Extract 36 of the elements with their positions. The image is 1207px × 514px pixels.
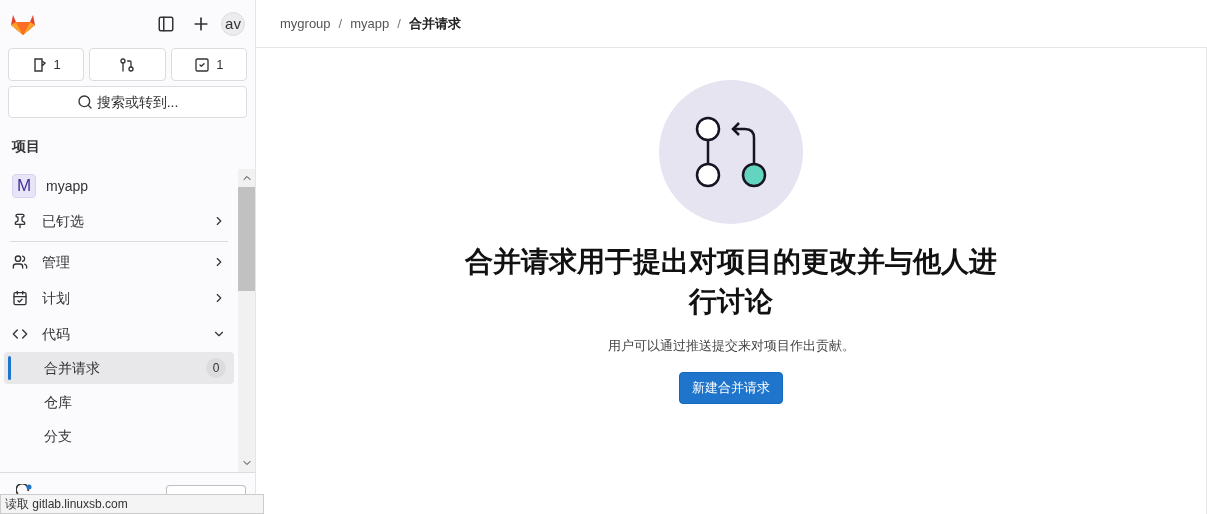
project-avatar: M: [12, 174, 36, 198]
counter-button[interactable]: 1: [170, 48, 247, 81]
empty-state-title: 合并请求用于提出对项目的更改并与他人进行讨论: [464, 245, 998, 319]
nav-section[interactable]: 管理: [4, 244, 234, 280]
user-avatar[interactable]: av: [221, 12, 245, 36]
section-heading: 项目: [10, 137, 41, 156]
sidebar-toggle-icon[interactable]: [157, 15, 175, 33]
nav-section[interactable]: 代码: [4, 316, 234, 352]
scrollbar[interactable]: [238, 169, 255, 472]
counter-button[interactable]: 1: [8, 48, 85, 81]
todo-icon: [194, 56, 211, 73]
users-icon: [12, 254, 28, 270]
count-badge: 0: [206, 358, 226, 378]
breadcrumb-link[interactable]: 合并请求: [408, 13, 461, 34]
pin-icon: [12, 213, 28, 229]
nav-item[interactable]: 合并请求 0: [4, 352, 234, 384]
nav-section[interactable]: 已钉选: [4, 203, 234, 239]
issue-icon: [31, 56, 48, 73]
breadcrumb-link[interactable]: mygroup: [280, 13, 331, 34]
new-merge-request-button[interactable]: 新建合并请求: [679, 371, 783, 404]
search-icon: [76, 94, 93, 110]
nav-section[interactable]: 计划: [4, 280, 234, 316]
help-icon[interactable]: [16, 484, 32, 494]
breadcrumb-link[interactable]: myapp: [350, 13, 390, 34]
status-bar: 读取 gitlab.linuxsb.com: [0, 494, 264, 514]
nav-item[interactable]: 分支: [4, 420, 234, 452]
code-icon: [12, 326, 28, 342]
calendar-icon: [12, 290, 28, 306]
search-button[interactable]: 搜索或转到...: [8, 86, 247, 118]
project-item[interactable]: M myapp: [4, 169, 234, 203]
breadcrumb-separator: /: [397, 14, 401, 33]
nav-item[interactable]: 仓库: [4, 386, 234, 418]
counter-button[interactable]: [89, 48, 166, 81]
empty-state-description: 用户可以通过推送提交来对项目作出贡献。: [607, 337, 855, 355]
breadcrumb-separator: /: [338, 14, 343, 33]
merge-request-icon: [119, 56, 136, 73]
